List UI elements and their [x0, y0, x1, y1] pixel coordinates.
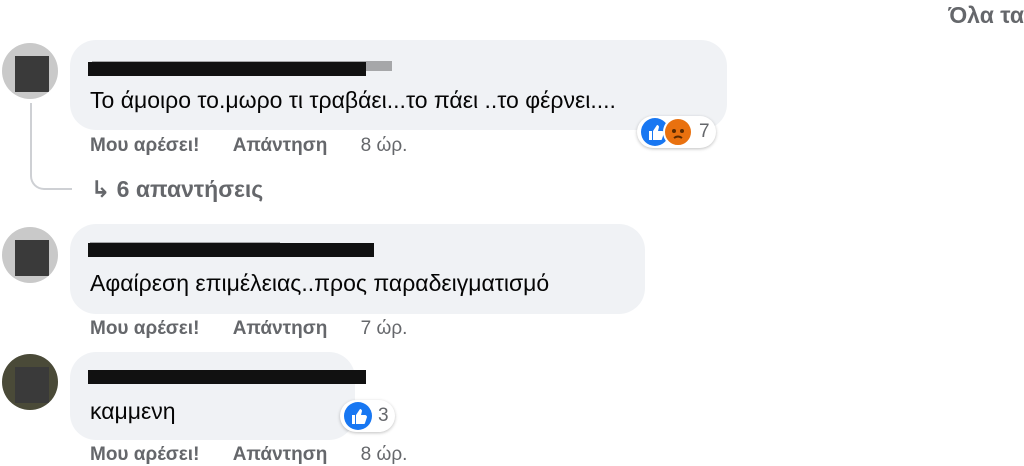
comment-bubble: Αφαίρεση επιμέλειας..προς παραδειγματισμ… [70, 224, 645, 314]
like-reaction-icon [344, 402, 372, 430]
comment-text: Αφαίρεση επιμέλειας..προς παραδειγματισμ… [90, 270, 550, 296]
avatar[interactable] [2, 354, 58, 410]
comment-bubble: καμμενη [70, 352, 366, 440]
name-redaction-bar [88, 243, 374, 257]
reply-button[interactable]: Απάντηση [233, 135, 328, 156]
name-redaction-bar [88, 62, 366, 76]
reply-arrow-icon: ↳ [91, 176, 111, 202]
avatar[interactable] [2, 43, 58, 99]
like-button[interactable]: Μου αρέσει! [90, 444, 199, 465]
like-button[interactable]: Μου αρέσει! [90, 135, 199, 156]
reaction-count: 7 [699, 121, 710, 142]
comment-text: καμμενη [90, 398, 176, 424]
replies-count-label: 6 απαντήσεις [116, 176, 264, 202]
reaction-summary[interactable]: 3 [340, 400, 395, 432]
reaction-summary[interactable]: 7 [637, 116, 716, 148]
timestamp[interactable]: 8 ώρ. [361, 444, 408, 465]
like-button[interactable]: Μου αρέσει! [90, 318, 199, 339]
comment-actions: Μου αρέσει! Απάντηση 7 ώρ. [90, 318, 435, 340]
sort-filter-label[interactable]: Όλα τα [948, 2, 1024, 29]
comment-actions: Μου αρέσει! Απάντηση 8 ώρ. [90, 444, 435, 466]
comment-text: Το άμοιρο το.μωρο τι τραβάει...το πάει .… [90, 87, 616, 113]
comment-bubble: Το άμοιρο το.μωρο τι τραβάει...το πάει .… [70, 40, 727, 130]
angry-reaction-icon [663, 117, 693, 147]
view-replies-link[interactable]: ↳ 6 απαντήσεις [91, 176, 263, 203]
reaction-count: 3 [378, 405, 389, 426]
name-redaction-bar [88, 370, 366, 384]
avatar[interactable] [2, 227, 58, 283]
reply-button[interactable]: Απάντηση [233, 444, 328, 465]
reply-button[interactable]: Απάντηση [233, 318, 328, 339]
timestamp[interactable]: 8 ώρ. [361, 135, 408, 156]
comment-actions: Μου αρέσει! Απάντηση 8 ώρ. [90, 135, 435, 157]
thread-connector [30, 103, 72, 190]
timestamp[interactable]: 7 ώρ. [361, 318, 408, 339]
